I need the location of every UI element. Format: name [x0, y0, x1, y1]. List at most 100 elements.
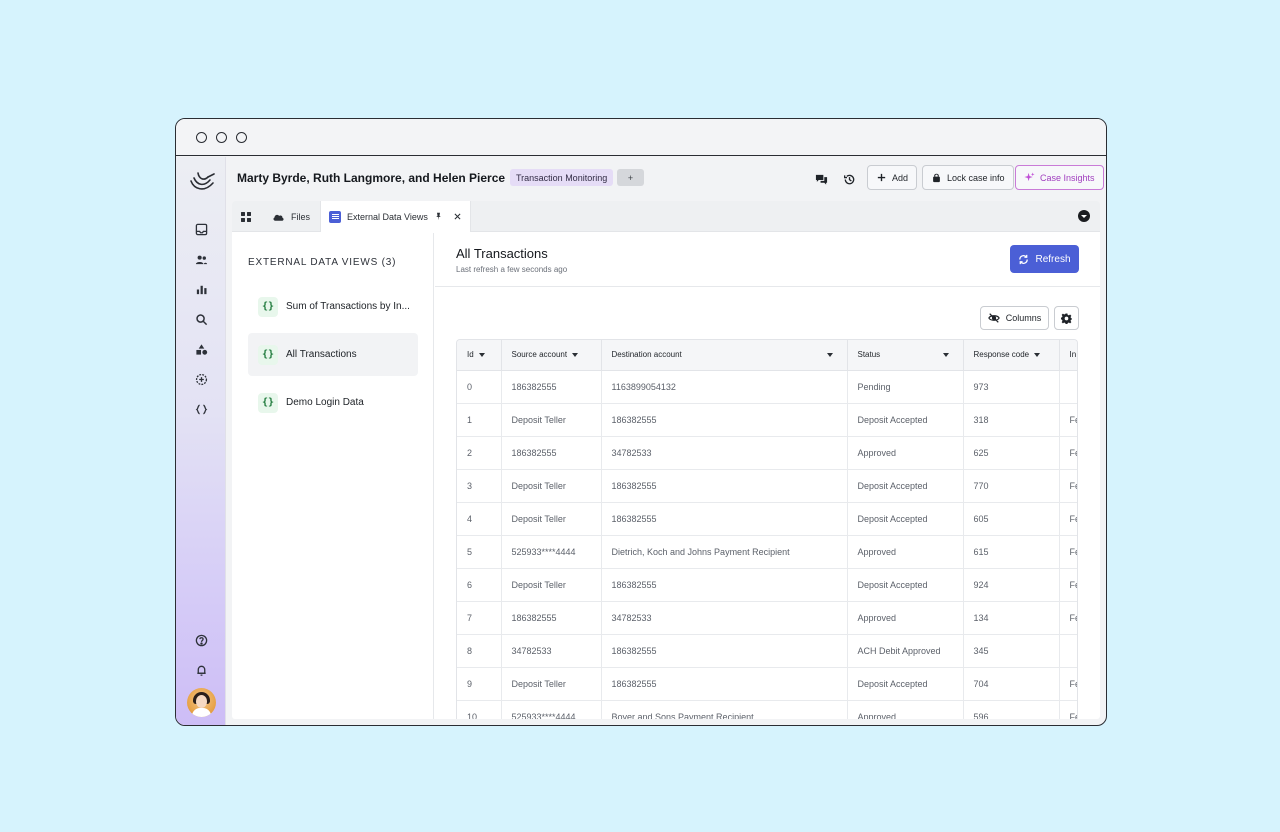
- add-button[interactable]: Add: [867, 165, 918, 190]
- table-row[interactable]: 9 Deposit Teller 186382555 Deposit Accepted…: [457, 667, 1077, 701]
- tab-external-data-views[interactable]: External Data Views: [320, 201, 471, 232]
- column-header-status[interactable]: Status: [847, 340, 964, 371]
- view-item-demo-login-data[interactable]: {} Demo Login Data: [248, 381, 418, 424]
- table-cell: Fe: [1059, 403, 1077, 437]
- table-row[interactable]: 10 525933****4444 Boyer and Sons Payment R…: [457, 700, 1077, 719]
- sort-caret-icon[interactable]: [478, 353, 485, 358]
- table-cell: Approved: [847, 601, 964, 635]
- add-button-label: Add: [892, 172, 909, 183]
- table-cell: Dietrich, Koch and Johns Payment Recipie…: [601, 535, 848, 569]
- people-icon[interactable]: [191, 249, 211, 269]
- sort-caret-icon[interactable]: [826, 353, 833, 357]
- help-icon[interactable]: [191, 630, 211, 650]
- pin-icon[interactable]: [434, 212, 443, 221]
- table-cell: Deposit Accepted: [847, 403, 964, 437]
- sort-caret-icon[interactable]: [1034, 353, 1041, 358]
- column-header-source-account[interactable]: Source account: [501, 340, 602, 371]
- table-row[interactable]: 218638255534782533Approved625Fe: [457, 436, 1077, 470]
- external-data-views-panel: EXTERNAL DATA VIEWS (3) {} Sum of Transa…: [232, 233, 434, 719]
- column-header-response-code[interactable]: Response code: [963, 340, 1060, 371]
- case-header: Marty Byrde, Ruth Langmore, and Helen Pi…: [226, 157, 1106, 201]
- browser-window: Marty Byrde, Ruth Langmore, and Helen Pi…: [175, 118, 1107, 726]
- table-cell: 1: [457, 403, 502, 437]
- tab-menu-chevron-icon[interactable]: [1078, 210, 1090, 222]
- table-row[interactable]: 5 525933****4444 Dietrich, Koch and Johns …: [457, 535, 1077, 569]
- table-row[interactable]: 4 Deposit Teller 186382555 Deposit Accepted…: [457, 502, 1077, 536]
- tab-files[interactable]: Files: [264, 201, 318, 232]
- table-cell: 1163899054132: [601, 370, 848, 404]
- table-cell: 8: [457, 634, 502, 668]
- table-row[interactable]: 3 Deposit Teller 186382555 Deposit Accepted…: [457, 469, 1077, 503]
- view-item-sum-of-transactions[interactable]: {} Sum of Transactions by In...: [248, 285, 418, 328]
- table-cell: 2: [457, 436, 502, 470]
- history-icon[interactable]: [840, 170, 858, 188]
- table-cell: Deposit Teller: [501, 469, 602, 503]
- add-tag-button[interactable]: +: [617, 169, 644, 186]
- sort-caret-icon[interactable]: [572, 353, 579, 358]
- window-close-dot[interactable]: [196, 132, 207, 143]
- view-item-all-transactions[interactable]: {} All Transactions: [248, 333, 418, 376]
- panel-heading: EXTERNAL DATA VIEWS (3): [248, 257, 397, 268]
- columns-button[interactable]: Columns: [980, 306, 1049, 330]
- bar-chart-icon[interactable]: [191, 279, 211, 299]
- comments-icon[interactable]: [812, 170, 830, 188]
- case-title: Marty Byrde, Ruth Langmore, and Helen Pi…: [237, 171, 506, 185]
- view-item-label: Sum of Transactions by In...: [286, 301, 410, 312]
- grid-icon: [241, 211, 251, 222]
- data-view-panel: All Transactions Last refresh a few seco…: [435, 233, 1100, 719]
- code-braces-icon[interactable]: [191, 399, 211, 419]
- table-cell: 186382555: [601, 502, 848, 536]
- main-area: Marty Byrde, Ruth Langmore, and Helen Pi…: [226, 157, 1106, 725]
- tab-dashboard[interactable]: [232, 201, 260, 232]
- table-cell: Deposit Accepted: [847, 568, 964, 602]
- window-minimize-dot[interactable]: [216, 132, 227, 143]
- table-settings-button[interactable]: [1054, 306, 1079, 330]
- close-icon[interactable]: [453, 212, 462, 221]
- case-insights-button[interactable]: Case Insights: [1015, 165, 1104, 190]
- tag-transaction-monitoring[interactable]: Transaction Monitoring: [510, 169, 614, 186]
- table-cell: 9: [457, 667, 502, 701]
- table-cell: Deposit Teller: [501, 403, 602, 437]
- plus-icon: [877, 173, 886, 182]
- refresh-button[interactable]: Refresh: [1010, 245, 1079, 273]
- table-cell: 345: [963, 634, 1060, 668]
- table-cell: 134: [963, 601, 1060, 635]
- page-title: All Transactions: [456, 246, 548, 261]
- lock-icon: [933, 173, 940, 183]
- inbox-icon[interactable]: [191, 219, 211, 239]
- table-cell: 525933****4444: [501, 535, 602, 569]
- view-item-label: All Transactions: [286, 349, 357, 360]
- shapes-icon[interactable]: [191, 339, 211, 359]
- search-icon[interactable]: [191, 309, 211, 329]
- table-cell: Fe: [1059, 535, 1077, 569]
- table-cell: 605: [963, 502, 1060, 536]
- table-row[interactable]: 6 Deposit Teller 186382555 Deposit Accepted…: [457, 568, 1077, 602]
- avatar[interactable]: [187, 688, 216, 717]
- column-header-id[interactable]: Id: [457, 340, 502, 371]
- table-row[interactable]: 0 186382555 1163899054132 Pending 973: [457, 370, 1077, 404]
- lock-case-info-button[interactable]: Lock case info: [922, 165, 1014, 190]
- table-row[interactable]: 718638255534782533Approved134Fe: [457, 601, 1077, 635]
- case-insights-label: Case Insights: [1040, 172, 1095, 183]
- sort-caret-icon[interactable]: [942, 353, 949, 357]
- table-row[interactable]: 8 34782533 186382555 ACH Debit Approved 345: [457, 634, 1077, 668]
- add-circle-icon[interactable]: [191, 369, 211, 389]
- table-cell: 7: [457, 601, 502, 635]
- column-header-destination-account[interactable]: Destination account: [601, 340, 848, 371]
- table-cell: Approved: [847, 535, 964, 569]
- table-cell: Fe: [1059, 436, 1077, 470]
- table-row[interactable]: 1 Deposit Teller 186382555 Deposit Accepted…: [457, 403, 1077, 437]
- window-maximize-dot[interactable]: [236, 132, 247, 143]
- table-cell: 186382555: [501, 436, 602, 470]
- gear-icon: [1061, 312, 1072, 324]
- app-logo-icon[interactable]: [188, 169, 216, 195]
- divider: [435, 286, 1100, 287]
- table-cell: Fe: [1059, 469, 1077, 503]
- bell-icon[interactable]: [191, 660, 211, 680]
- table-cell: 615: [963, 535, 1060, 569]
- table-cell: Deposit Accepted: [847, 502, 964, 536]
- table-cell: 186382555: [501, 370, 602, 404]
- table-cell: Pending: [847, 370, 964, 404]
- table-cell: 186382555: [601, 634, 848, 668]
- column-header-truncated[interactable]: In: [1059, 340, 1077, 371]
